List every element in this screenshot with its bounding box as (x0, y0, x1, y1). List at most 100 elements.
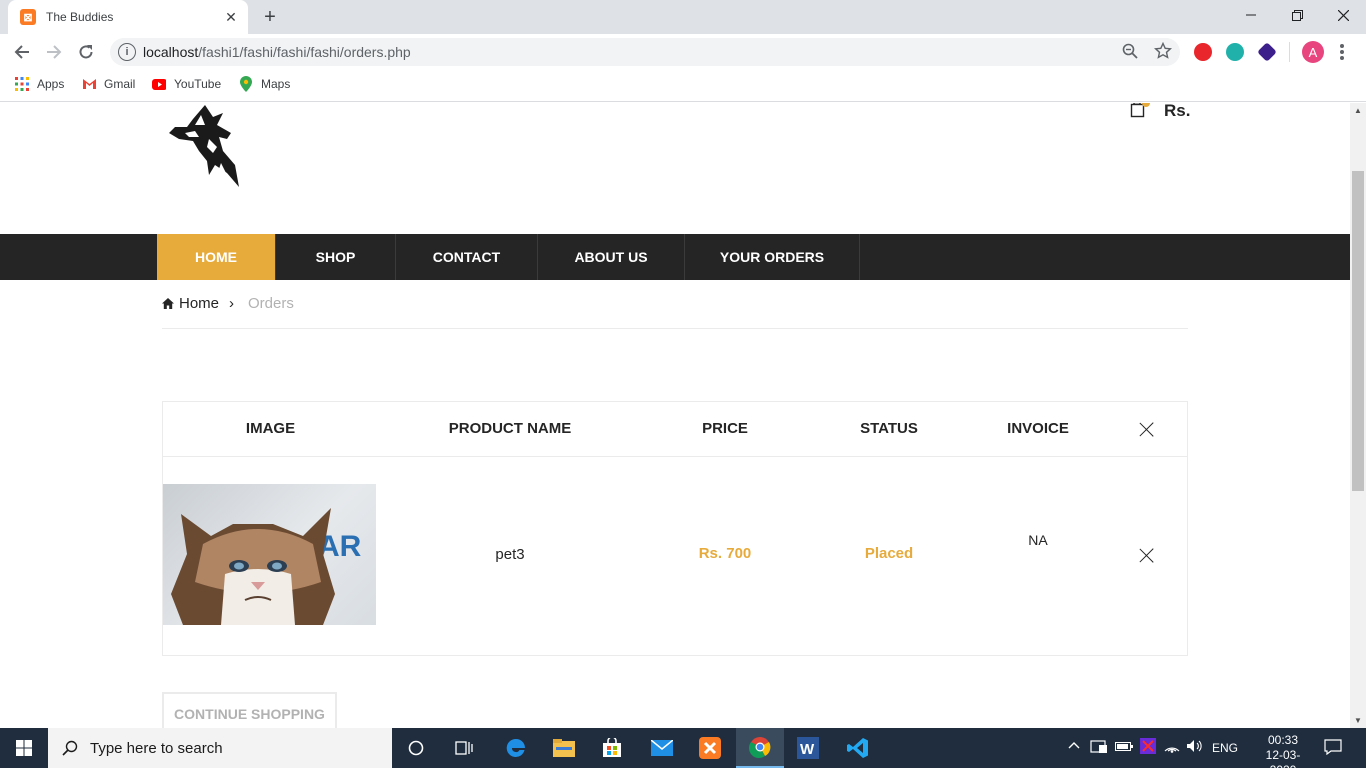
bookmark-label: YouTube (174, 77, 222, 91)
zoom-icon[interactable] (1122, 43, 1138, 64)
breadcrumb-home[interactable]: Home (179, 295, 219, 312)
battery-icon[interactable] (1115, 740, 1133, 755)
minimize-icon[interactable] (1228, 0, 1274, 30)
bookmark-maps[interactable]: Maps (239, 76, 291, 92)
bookmarks-bar: Apps Gmail YouTube Maps (0, 70, 1366, 102)
tab-strip: ⊠ The Buddies ✕ + (0, 0, 1366, 34)
back-arrow-icon[interactable] (10, 40, 34, 64)
edge-browser-icon[interactable] (492, 728, 540, 768)
bookmark-label: Apps (37, 77, 65, 91)
youtube-icon (152, 77, 166, 91)
breadcrumb-current: Orders (248, 295, 294, 312)
tab-title: The Buddies (46, 10, 114, 24)
divider (162, 328, 1188, 329)
clock-time: 00:33 (1267, 733, 1299, 747)
profile-avatar[interactable]: A (1302, 41, 1324, 63)
bookmark-apps[interactable]: Apps (15, 77, 64, 91)
xampp-icon[interactable] (686, 728, 734, 768)
taskbar-search-box[interactable]: Type here to search (48, 728, 392, 768)
vscode-icon[interactable] (834, 728, 882, 768)
window-close-icon[interactable] (1320, 0, 1366, 30)
scroll-down-arrow-icon[interactable]: ▼ (1350, 713, 1366, 727)
language-indicator[interactable]: ENG (1212, 741, 1238, 755)
chrome-icon[interactable] (736, 728, 784, 768)
nav-contact[interactable]: CONTACT (396, 234, 538, 280)
tray-chevron-icon[interactable] (1068, 739, 1080, 754)
xampp-favicon-icon: ⊠ (20, 9, 36, 25)
word-icon[interactable]: W (784, 728, 832, 768)
cart-total: Rs. (1164, 103, 1191, 120)
store-icon[interactable] (588, 728, 636, 768)
invoice-value[interactable]: NA (983, 532, 1093, 548)
breadcrumb: Home › Orders (162, 295, 294, 312)
bookmark-label: Gmail (104, 77, 136, 91)
browser-chrome: ⊠ The Buddies ✕ + i localhost/fashi1/fas… (0, 0, 1366, 103)
task-view-icon[interactable] (440, 728, 488, 768)
product-image-cat: AR (163, 484, 376, 625)
adblock-extension-icon[interactable] (1194, 43, 1212, 61)
home-icon (162, 298, 174, 309)
apps-grid-icon (15, 77, 29, 91)
table-header: IMAGE PRODUCT NAME PRICE STATUS INVOICE (163, 402, 1187, 457)
col-invoice: INVOICE (1007, 420, 1069, 437)
remove-order-icon[interactable] (1139, 548, 1155, 564)
bookmark-star-icon[interactable] (1153, 41, 1173, 65)
gmail-icon (82, 77, 96, 91)
url-path: /fashi1/fashi/fashi/fashi/orders.php (198, 44, 411, 60)
url-host: localhost (143, 44, 199, 60)
taskbar-search-placeholder: Type here to search (90, 739, 223, 757)
wolf-logo[interactable] (165, 103, 243, 189)
reload-icon[interactable] (74, 40, 98, 64)
nav-about-us[interactable]: ABOUT US (538, 234, 685, 280)
col-status: STATUS (860, 420, 918, 437)
m-extension-icon[interactable] (1226, 43, 1244, 61)
clock-date: 12-03-2020 (1265, 748, 1301, 777)
site-info-icon[interactable]: i (118, 43, 136, 61)
clock[interactable]: 00:33 12-03-2020 (1262, 733, 1304, 778)
search-icon (62, 740, 78, 756)
order-status: Placed (864, 545, 914, 562)
bookmark-gmail[interactable]: Gmail (82, 77, 135, 91)
page-content: Rs. HOME SHOP CONTACT ABOUT US YOUR ORDE… (0, 103, 1350, 728)
mail-icon[interactable] (638, 728, 686, 768)
col-image: IMAGE (245, 420, 296, 437)
product-name: pet3 (495, 546, 525, 563)
security-tray-icon[interactable] (1140, 738, 1156, 757)
new-tab-button[interactable]: + (259, 6, 281, 28)
product-price: Rs. 700 (698, 545, 752, 562)
restore-icon[interactable] (1274, 0, 1320, 30)
cortana-icon[interactable] (392, 728, 440, 768)
file-explorer-icon[interactable] (540, 728, 588, 768)
tray-device-icon[interactable] (1090, 739, 1108, 758)
diamond-extension-icon[interactable] (1257, 42, 1277, 62)
nav-home[interactable]: HOME (157, 234, 276, 280)
action-center-icon[interactable] (1324, 739, 1342, 758)
wifi-icon[interactable] (1164, 739, 1180, 756)
scrollbar-thumb[interactable] (1352, 171, 1364, 491)
url-text[interactable]: localhost/fashi1/fashi/fashi/fashi/order… (143, 44, 411, 60)
breadcrumb-separator: › (229, 295, 235, 312)
windows-start-icon[interactable] (0, 728, 48, 768)
volume-icon[interactable] (1186, 739, 1202, 756)
maps-pin-icon (239, 76, 253, 92)
nav-shop[interactable]: SHOP (276, 234, 396, 280)
main-nav: HOME SHOP CONTACT ABOUT US YOUR ORDERS (0, 234, 1350, 280)
browser-toolbar: i localhost/fashi1/fashi/fashi/fashi/ord… (0, 34, 1366, 70)
address-bar[interactable]: i localhost/fashi1/fashi/fashi/fashi/ord… (110, 38, 1180, 66)
cart-bag-icon[interactable] (1130, 103, 1150, 119)
nav-your-orders[interactable]: YOUR ORDERS (685, 234, 860, 280)
svg-text:W: W (800, 741, 815, 758)
toolbar-divider (1289, 42, 1290, 62)
close-icon[interactable] (1139, 422, 1155, 438)
menu-kebab-icon[interactable] (1334, 41, 1350, 63)
page-scrollbar[interactable]: ▲ ▼ (1350, 103, 1366, 728)
tab-close-icon[interactable]: ✕ (222, 8, 240, 26)
bookmark-youtube[interactable]: YouTube (152, 77, 221, 91)
continue-shopping-button[interactable]: CONTINUE SHOPPING (162, 692, 337, 728)
scroll-up-arrow-icon[interactable]: ▲ (1350, 103, 1366, 117)
col-product-name: PRODUCT NAME (448, 420, 572, 437)
forward-arrow-icon[interactable] (42, 40, 66, 64)
col-price: PRICE (702, 420, 748, 437)
browser-tab[interactable]: ⊠ The Buddies ✕ (8, 0, 248, 34)
bookmark-label: Maps (261, 77, 291, 91)
